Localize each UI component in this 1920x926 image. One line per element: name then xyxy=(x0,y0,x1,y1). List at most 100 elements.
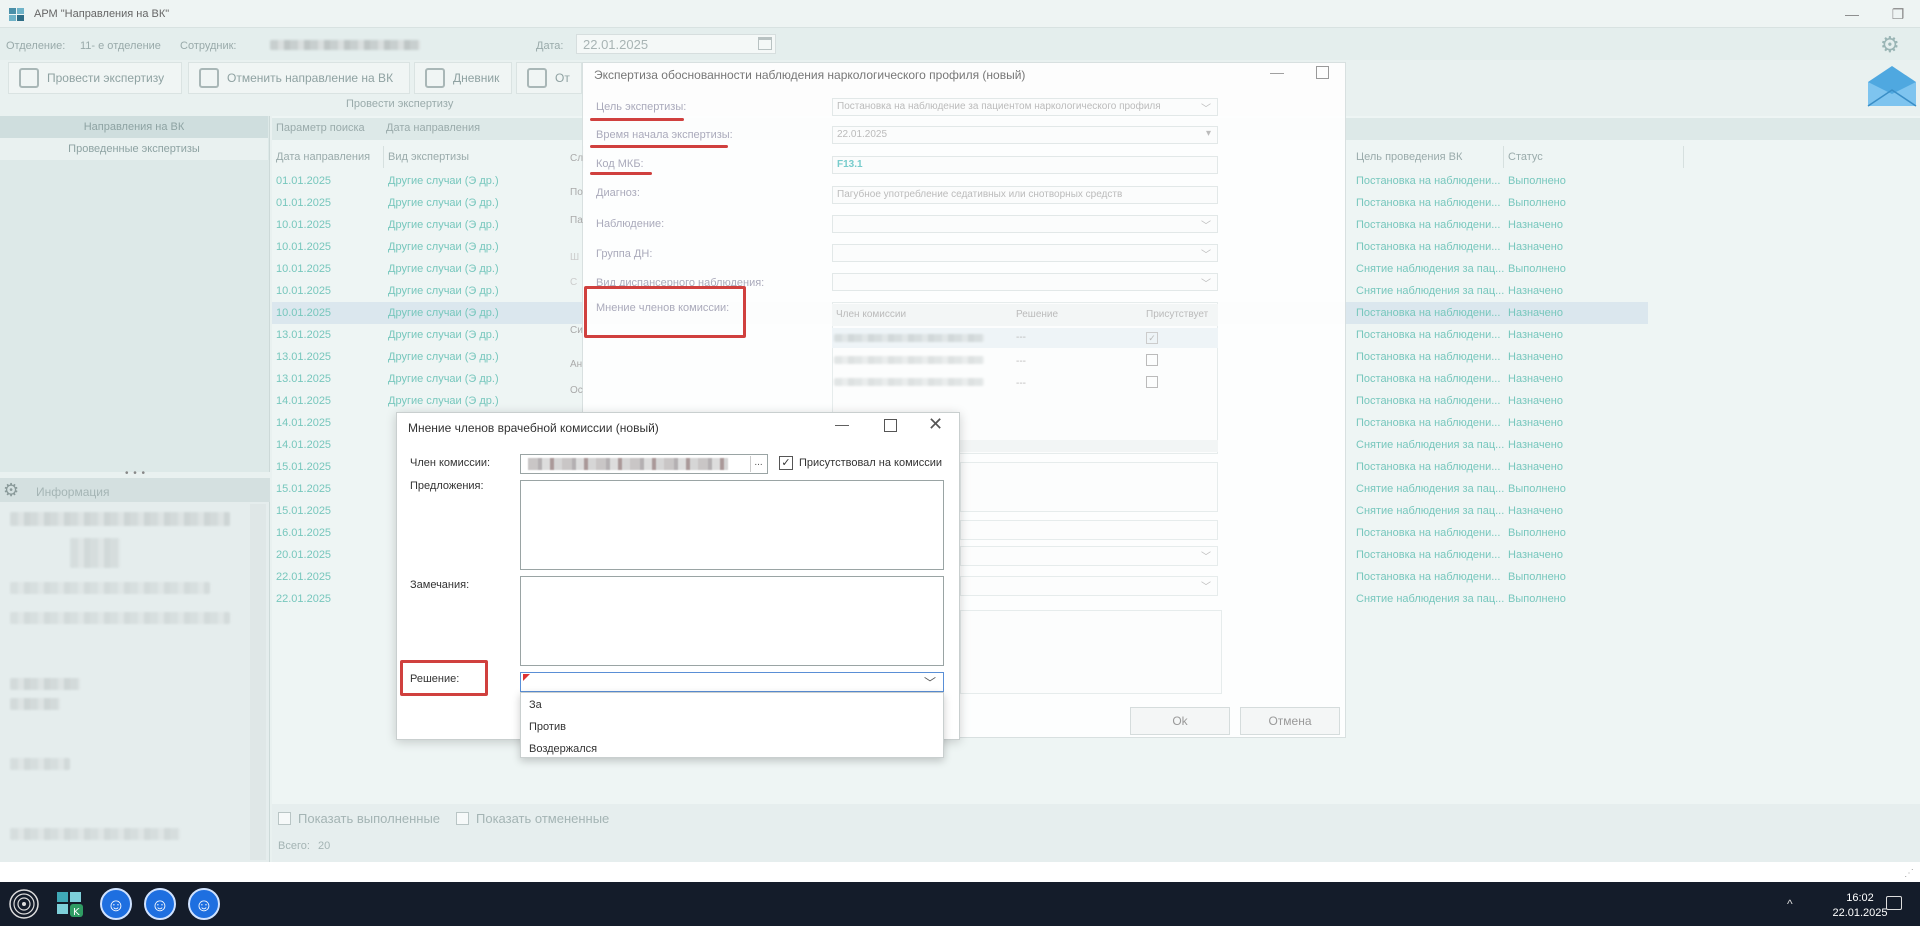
employee-value-redacted xyxy=(270,40,420,50)
behind-label: По xyxy=(570,187,583,198)
cell-status: Назначено xyxy=(1508,439,1563,451)
app-taskbar-icon[interactable]: K xyxy=(54,888,86,920)
start-fingerprint-icon[interactable] xyxy=(8,888,40,920)
cell-date: 15.01.2025 xyxy=(276,483,332,495)
show-done-checkbox[interactable] xyxy=(278,812,291,825)
date-input[interactable]: 22.01.2025 xyxy=(576,34,776,54)
proposals-textarea[interactable] xyxy=(520,480,944,570)
cell-date: 13.01.2025 xyxy=(276,351,332,363)
decision-dropdown: За Против Воздержался xyxy=(520,692,944,758)
member-present-checkbox[interactable] xyxy=(1146,354,1158,366)
cell-date: 14.01.2025 xyxy=(276,439,332,451)
exam-field-b[interactable]: ﹀ xyxy=(960,546,1218,566)
cell-goal: Постановка на наблюдени... xyxy=(1356,197,1501,209)
col-header-status[interactable]: Статус xyxy=(1504,146,1684,168)
cell-date: 15.01.2025 xyxy=(276,505,332,517)
decision-option-abstained[interactable]: Воздержался xyxy=(529,743,597,755)
nav-item-referrals[interactable]: Направления на ВК xyxy=(0,116,268,138)
calendar-icon[interactable] xyxy=(758,37,772,50)
chevron-down-icon: ﹀ xyxy=(1201,104,1211,115)
diagnosis-input[interactable]: Пагубное употребление седативных или сно… xyxy=(832,186,1218,204)
member-present-checkbox[interactable]: ✓ xyxy=(1146,332,1158,344)
exam-field-a[interactable] xyxy=(960,520,1218,540)
decision-select[interactable] xyxy=(520,672,944,692)
proposals-label: Предложения: xyxy=(410,480,484,492)
cell-type: Другие случаи (Э др.) xyxy=(388,175,499,187)
chevron-down-icon[interactable]: ﹀ xyxy=(924,674,936,691)
member-decision: --- xyxy=(1016,332,1026,343)
dn-group-select[interactable]: ﹀ xyxy=(832,244,1218,262)
member-present-checkbox[interactable] xyxy=(1146,376,1158,388)
notifications-icon[interactable] xyxy=(1886,896,1902,910)
cell-goal: Постановка на наблюдени... xyxy=(1356,527,1501,539)
chevron-down-icon: ﹀ xyxy=(1201,279,1211,290)
settings-gear-icon[interactable]: ⚙ xyxy=(1880,32,1900,58)
dlg2-minimize-button[interactable]: — xyxy=(835,416,849,432)
members-col-decision: Решение xyxy=(1012,304,1142,326)
annotation-underline xyxy=(590,118,684,121)
exam-start-input[interactable]: 22.01.2025 ▾ xyxy=(832,126,1218,144)
exam-field-c[interactable]: ﹀ xyxy=(960,576,1218,596)
decision-option-for[interactable]: За xyxy=(529,699,542,711)
exam-notes-area[interactable] xyxy=(960,610,1222,694)
present-checkbox[interactable]: ✓ xyxy=(779,456,793,470)
observation-label: Наблюдение: xyxy=(596,218,665,230)
member-name-redacted xyxy=(834,378,984,386)
chevron-down-icon: ﹀ xyxy=(1201,552,1211,563)
show-cancelled-checkbox[interactable] xyxy=(456,812,469,825)
observation-select[interactable]: ﹀ xyxy=(832,215,1218,233)
run-exam-button[interactable]: Провести экспертизу xyxy=(8,62,182,94)
col-header-type[interactable]: Вид экспертизы xyxy=(384,146,584,168)
remarks-textarea[interactable] xyxy=(520,576,944,666)
cell-status: Назначено xyxy=(1508,307,1563,319)
cell-status: Выполнено xyxy=(1508,593,1566,605)
cell-date: 10.01.2025 xyxy=(276,219,332,231)
search-param-label: Параметр поиска xyxy=(276,122,365,134)
exam-goal-value: Постановка на наблюдение за пациентом на… xyxy=(837,101,1161,112)
cell-goal: Постановка на наблюдени... xyxy=(1356,329,1501,341)
col-header-date[interactable]: Дата направления xyxy=(272,146,384,168)
exam-goal-select[interactable]: Постановка на наблюдение за пациентом на… xyxy=(832,98,1218,116)
info-gear-icon[interactable]: ⚙ xyxy=(3,480,19,501)
cell-type: Другие случаи (Э др.) xyxy=(388,197,499,209)
mkb-input[interactable]: F13.1 xyxy=(832,156,1218,174)
employee-label: Сотрудник: xyxy=(180,40,237,52)
accessibility-icon[interactable]: ☺ xyxy=(144,888,176,920)
minimize-button[interactable]: — xyxy=(1842,4,1862,24)
dlg2-close-icon[interactable]: ✕ xyxy=(928,414,943,435)
diary-button[interactable]: Дневник xyxy=(414,62,512,94)
dlg1-minimize-button[interactable]: — xyxy=(1270,64,1284,80)
redacted-info xyxy=(10,512,230,526)
mail-envelope-icon[interactable] xyxy=(1866,62,1918,108)
accessibility-icon[interactable]: ☺ xyxy=(188,888,220,920)
tray-chevron-icon[interactable]: ^ xyxy=(1787,897,1793,911)
behind-label: Ан xyxy=(570,359,583,370)
decision-option-against[interactable]: Против xyxy=(529,721,566,733)
diary-label: Дневник xyxy=(453,71,500,85)
exam-text-area[interactable] xyxy=(960,462,1218,512)
cell-goal: Снятие наблюдения за пац... xyxy=(1356,439,1504,451)
window-title: АРМ "Направления на ВК" xyxy=(34,8,170,20)
nav-item-completed-exams[interactable]: Проведенные экспертизы xyxy=(0,138,268,160)
member-decision: --- xyxy=(1016,378,1026,389)
cancel-referral-button[interactable]: Отменить направление на ВК xyxy=(188,62,410,94)
info-scrollbar[interactable] xyxy=(250,504,266,860)
cancel-button[interactable]: Отмена xyxy=(1240,707,1340,735)
dlg2-maximize-button[interactable] xyxy=(884,419,897,432)
behind-label: Ш xyxy=(570,252,580,263)
dlg1-maximize-button[interactable] xyxy=(1316,66,1329,79)
toolbar-group-caption: Провести экспертизу xyxy=(346,98,454,110)
cell-goal: Постановка на наблюдени... xyxy=(1356,175,1501,187)
accessibility-icon[interactable]: ☺ xyxy=(100,888,132,920)
dn-type-select[interactable]: ﹀ xyxy=(832,273,1218,291)
restore-button[interactable]: ❐ xyxy=(1888,4,1908,24)
cell-status: Выполнено xyxy=(1508,571,1566,583)
resize-grip-icon[interactable]: ⋰ xyxy=(1904,868,1914,879)
member-lookup-button[interactable]: ... xyxy=(750,456,766,472)
app-logo-icon xyxy=(9,8,24,21)
other-button[interactable]: От xyxy=(516,62,582,94)
col-header-goal[interactable]: Цель проведения ВК xyxy=(1352,146,1504,168)
member-label: Член комиссии: xyxy=(410,457,491,469)
ok-button[interactable]: Ok xyxy=(1130,707,1230,735)
show-cancelled-label: Показать отмененные xyxy=(476,811,610,826)
